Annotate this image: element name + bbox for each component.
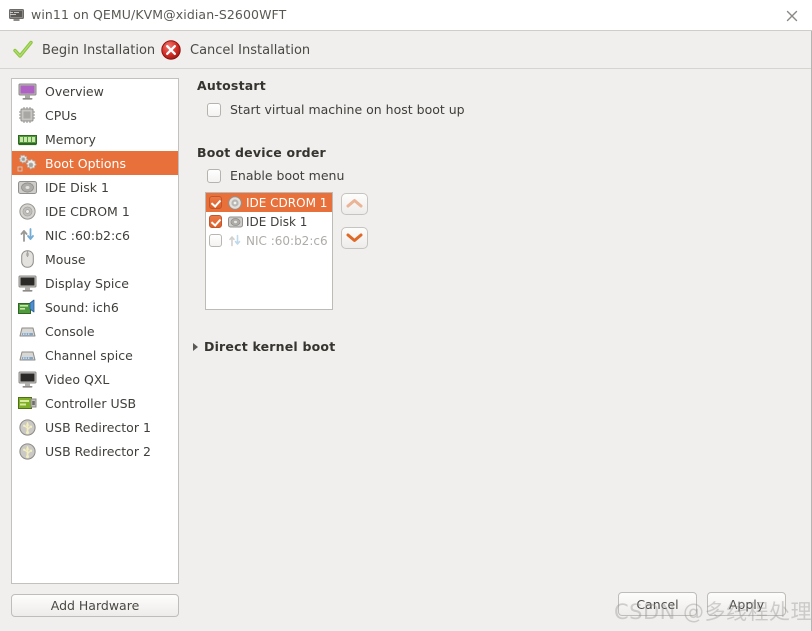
move-device-down-button[interactable] (341, 227, 368, 249)
display-icon (16, 369, 38, 389)
cancel-button[interactable]: Cancel (618, 592, 697, 616)
cdrom-disc-icon (227, 195, 243, 210)
chevron-up-icon (346, 197, 363, 212)
sidebar-item-cpus[interactable]: CPUs (12, 103, 178, 127)
enable-boot-menu-checkbox-row[interactable]: Enable boot menu (207, 168, 344, 183)
usb-redirector-icon (16, 441, 38, 461)
network-arrows-icon (227, 233, 243, 248)
green-check-icon (12, 39, 34, 61)
sidebar-item-mouse[interactable]: Mouse (12, 247, 178, 271)
sidebar-item-channel-spice[interactable]: Channel spice (12, 343, 178, 367)
direct-kernel-boot-label: Direct kernel boot (204, 339, 336, 354)
autostart-checkbox-row[interactable]: Start virtual machine on host boot up (207, 102, 465, 117)
chevron-down-icon (346, 231, 363, 246)
boot-options-panel: Autostart Start virtual machine on host … (190, 78, 790, 578)
begin-installation-button[interactable]: Begin Installation (12, 31, 155, 69)
sidebar-label: Memory (45, 131, 96, 147)
autostart-heading: Autostart (197, 78, 266, 93)
sidebar-label: USB Redirector 2 (45, 443, 151, 459)
autostart-checkbox[interactable] (207, 102, 221, 117)
enable-boot-menu-checkbox[interactable] (207, 168, 221, 183)
boot-device-checkbox[interactable] (209, 215, 222, 228)
boot-device-order-heading: Boot device order (197, 145, 326, 160)
begin-installation-label: Begin Installation (42, 42, 156, 58)
hardware-sidebar-list[interactable]: Overview CPUs Memory Boot Options IDE Di… (11, 78, 179, 584)
sidebar-label: USB Redirector 1 (45, 419, 151, 435)
sidebar-item-overview[interactable]: Overview (12, 79, 178, 103)
sidebar-item-console[interactable]: Console (12, 319, 178, 343)
title-bar: win11 on QEMU/KVM@xidian-S2600WFT (0, 0, 812, 31)
sidebar-label: Channel spice (45, 347, 133, 363)
mouse-icon (16, 249, 38, 269)
boot-device-row-cdrom[interactable]: IDE CDROM 1 (206, 193, 332, 212)
boot-device-list[interactable]: IDE CDROM 1 IDE Disk 1 NIC:60:b2:c6 (205, 192, 333, 310)
sidebar-item-usb-redirector-2[interactable]: USB Redirector 2 (12, 439, 178, 463)
sidebar-label: Console (45, 323, 95, 339)
boot-device-checkbox[interactable] (209, 196, 222, 209)
sidebar-item-usb-redirector-1[interactable]: USB Redirector 1 (12, 415, 178, 439)
sidebar-item-memory[interactable]: Memory (12, 127, 178, 151)
monitor-icon (16, 81, 38, 101)
boot-device-label: IDE CDROM 1 (246, 195, 328, 210)
sidebar-label: Sound: ich6 (45, 299, 119, 315)
gears-icon (16, 153, 38, 173)
console-icon (16, 345, 38, 365)
cpu-chip-icon (16, 105, 38, 125)
direct-kernel-boot-expander[interactable]: Direct kernel boot (193, 339, 335, 354)
usb-redirector-icon (16, 417, 38, 437)
apply-button[interactable]: Apply (707, 592, 786, 616)
network-arrows-icon (16, 225, 38, 245)
cancel-installation-label: Cancel Installation (190, 42, 311, 58)
sidebar-label: IDE CDROM 1 (45, 203, 130, 219)
enable-boot-menu-label: Enable boot menu (230, 168, 345, 183)
move-device-up-button[interactable] (341, 193, 368, 215)
autostart-label: Start virtual machine on host boot up (230, 102, 465, 117)
boot-device-checkbox[interactable] (209, 234, 222, 247)
computer-icon (9, 9, 24, 22)
sidebar-item-sound[interactable]: Sound: ich6 (12, 295, 178, 319)
usb-controller-icon (16, 393, 38, 413)
boot-device-label: IDE Disk 1 (246, 214, 308, 229)
sidebar-item-boot-options[interactable]: Boot Options (12, 151, 178, 175)
toolbar: Begin Installation Cancel Installation (0, 31, 811, 69)
close-icon[interactable] (782, 6, 802, 26)
sidebar-label: Video QXL (45, 371, 110, 387)
sidebar-label: Overview (45, 83, 104, 99)
hard-disk-icon (16, 177, 38, 197)
add-hardware-button[interactable]: Add Hardware (11, 594, 179, 617)
sidebar-label: Display Spice (45, 275, 129, 291)
sidebar-item-nic[interactable]: NIC :60:b2:c6 (12, 223, 178, 247)
console-icon (16, 321, 38, 341)
sidebar-label: IDE Disk 1 (45, 179, 109, 195)
sidebar-item-controller-usb[interactable]: Controller USB (12, 391, 178, 415)
hard-disk-icon (227, 214, 243, 229)
sidebar-label: NIC :60:b2:c6 (45, 227, 130, 243)
cancel-installation-button[interactable]: Cancel Installation (160, 31, 310, 69)
sidebar-item-video-qxl[interactable]: Video QXL (12, 367, 178, 391)
triangle-right-icon (193, 342, 198, 351)
vm-settings-window: win11 on QEMU/KVM@xidian-S2600WFT Begin … (0, 0, 812, 631)
cdrom-disc-icon (16, 201, 38, 221)
sidebar-label: Boot Options (45, 155, 126, 171)
sidebar-label: CPUs (45, 107, 77, 123)
sidebar-item-ide-disk-1[interactable]: IDE Disk 1 (12, 175, 178, 199)
boot-device-label: NIC :60:b2:c6 (246, 233, 328, 248)
red-x-icon (160, 39, 182, 61)
boot-device-row-nic[interactable]: NIC :60:b2:c6 (206, 231, 332, 250)
window-title: win11 on QEMU/KVM@xidian-S2600WFT (31, 7, 287, 22)
sound-card-icon (16, 297, 38, 317)
display-icon (16, 273, 38, 293)
sidebar-item-ide-cdrom-1[interactable]: IDE CDROM 1 (12, 199, 178, 223)
boot-device-row-disk[interactable]: IDE Disk 1 (206, 212, 332, 231)
sidebar-item-display-spice[interactable]: Display Spice (12, 271, 178, 295)
sidebar-label: Mouse (45, 251, 86, 267)
memory-ram-icon (16, 129, 38, 149)
sidebar-label: Controller USB (45, 395, 137, 411)
